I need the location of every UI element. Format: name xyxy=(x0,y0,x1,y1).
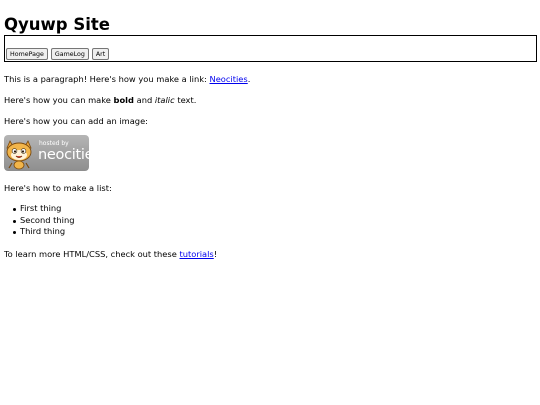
formatting-text-start: Here's how you can make xyxy=(4,95,114,105)
neocities-cat-icon xyxy=(6,140,32,170)
hosted-by-neocities-image: hosted by neocities xyxy=(4,135,89,171)
paragraph-formatting: Here's how you can make bold and italic … xyxy=(4,94,536,106)
homepage-button[interactable]: HomePage xyxy=(6,48,48,60)
list-item: Second thing xyxy=(13,215,536,227)
neocities-link[interactable]: Neocities xyxy=(209,74,247,84)
italic-text: italic xyxy=(154,95,175,105)
badge-brand-text: neocities xyxy=(38,147,89,163)
tutorials-exclamation: ! xyxy=(213,248,218,259)
tutorials-link[interactable]: tutorials xyxy=(179,249,213,259)
formatting-text-mid: and xyxy=(133,95,155,105)
paragraph-link: This is a paragraph! Here's how you make… xyxy=(4,73,536,85)
paragraph-period: . xyxy=(247,74,251,84)
bold-text: bold xyxy=(113,95,134,105)
list-item: Third thing xyxy=(13,226,536,238)
paragraph-text: This is a paragraph! Here's how you make… xyxy=(4,74,210,84)
tutorials-text: To learn more HTML/CSS, check out these xyxy=(4,248,180,259)
badge-hosted-text: hosted by xyxy=(39,140,69,147)
paragraph-image: Here's how you can add an image: xyxy=(4,116,148,126)
paragraph-tutorials: To learn more HTML/CSS, check out these … xyxy=(4,248,536,260)
formatting-text-end: text. xyxy=(174,95,197,105)
list-item: First thing xyxy=(13,203,536,215)
navbar: HomePage GameLog Art xyxy=(4,35,537,62)
example-list: First thing Second thing Third thing xyxy=(4,203,536,238)
art-button[interactable]: Art xyxy=(91,48,110,60)
nav-buttons: HomePage GameLog Art xyxy=(6,48,110,60)
gamelog-button[interactable]: GameLog xyxy=(50,48,89,60)
paragraph-list: Here's how to make a list: xyxy=(4,183,112,193)
page: Qyuwp Site HomePage GameLog Art This is … xyxy=(0,0,540,260)
